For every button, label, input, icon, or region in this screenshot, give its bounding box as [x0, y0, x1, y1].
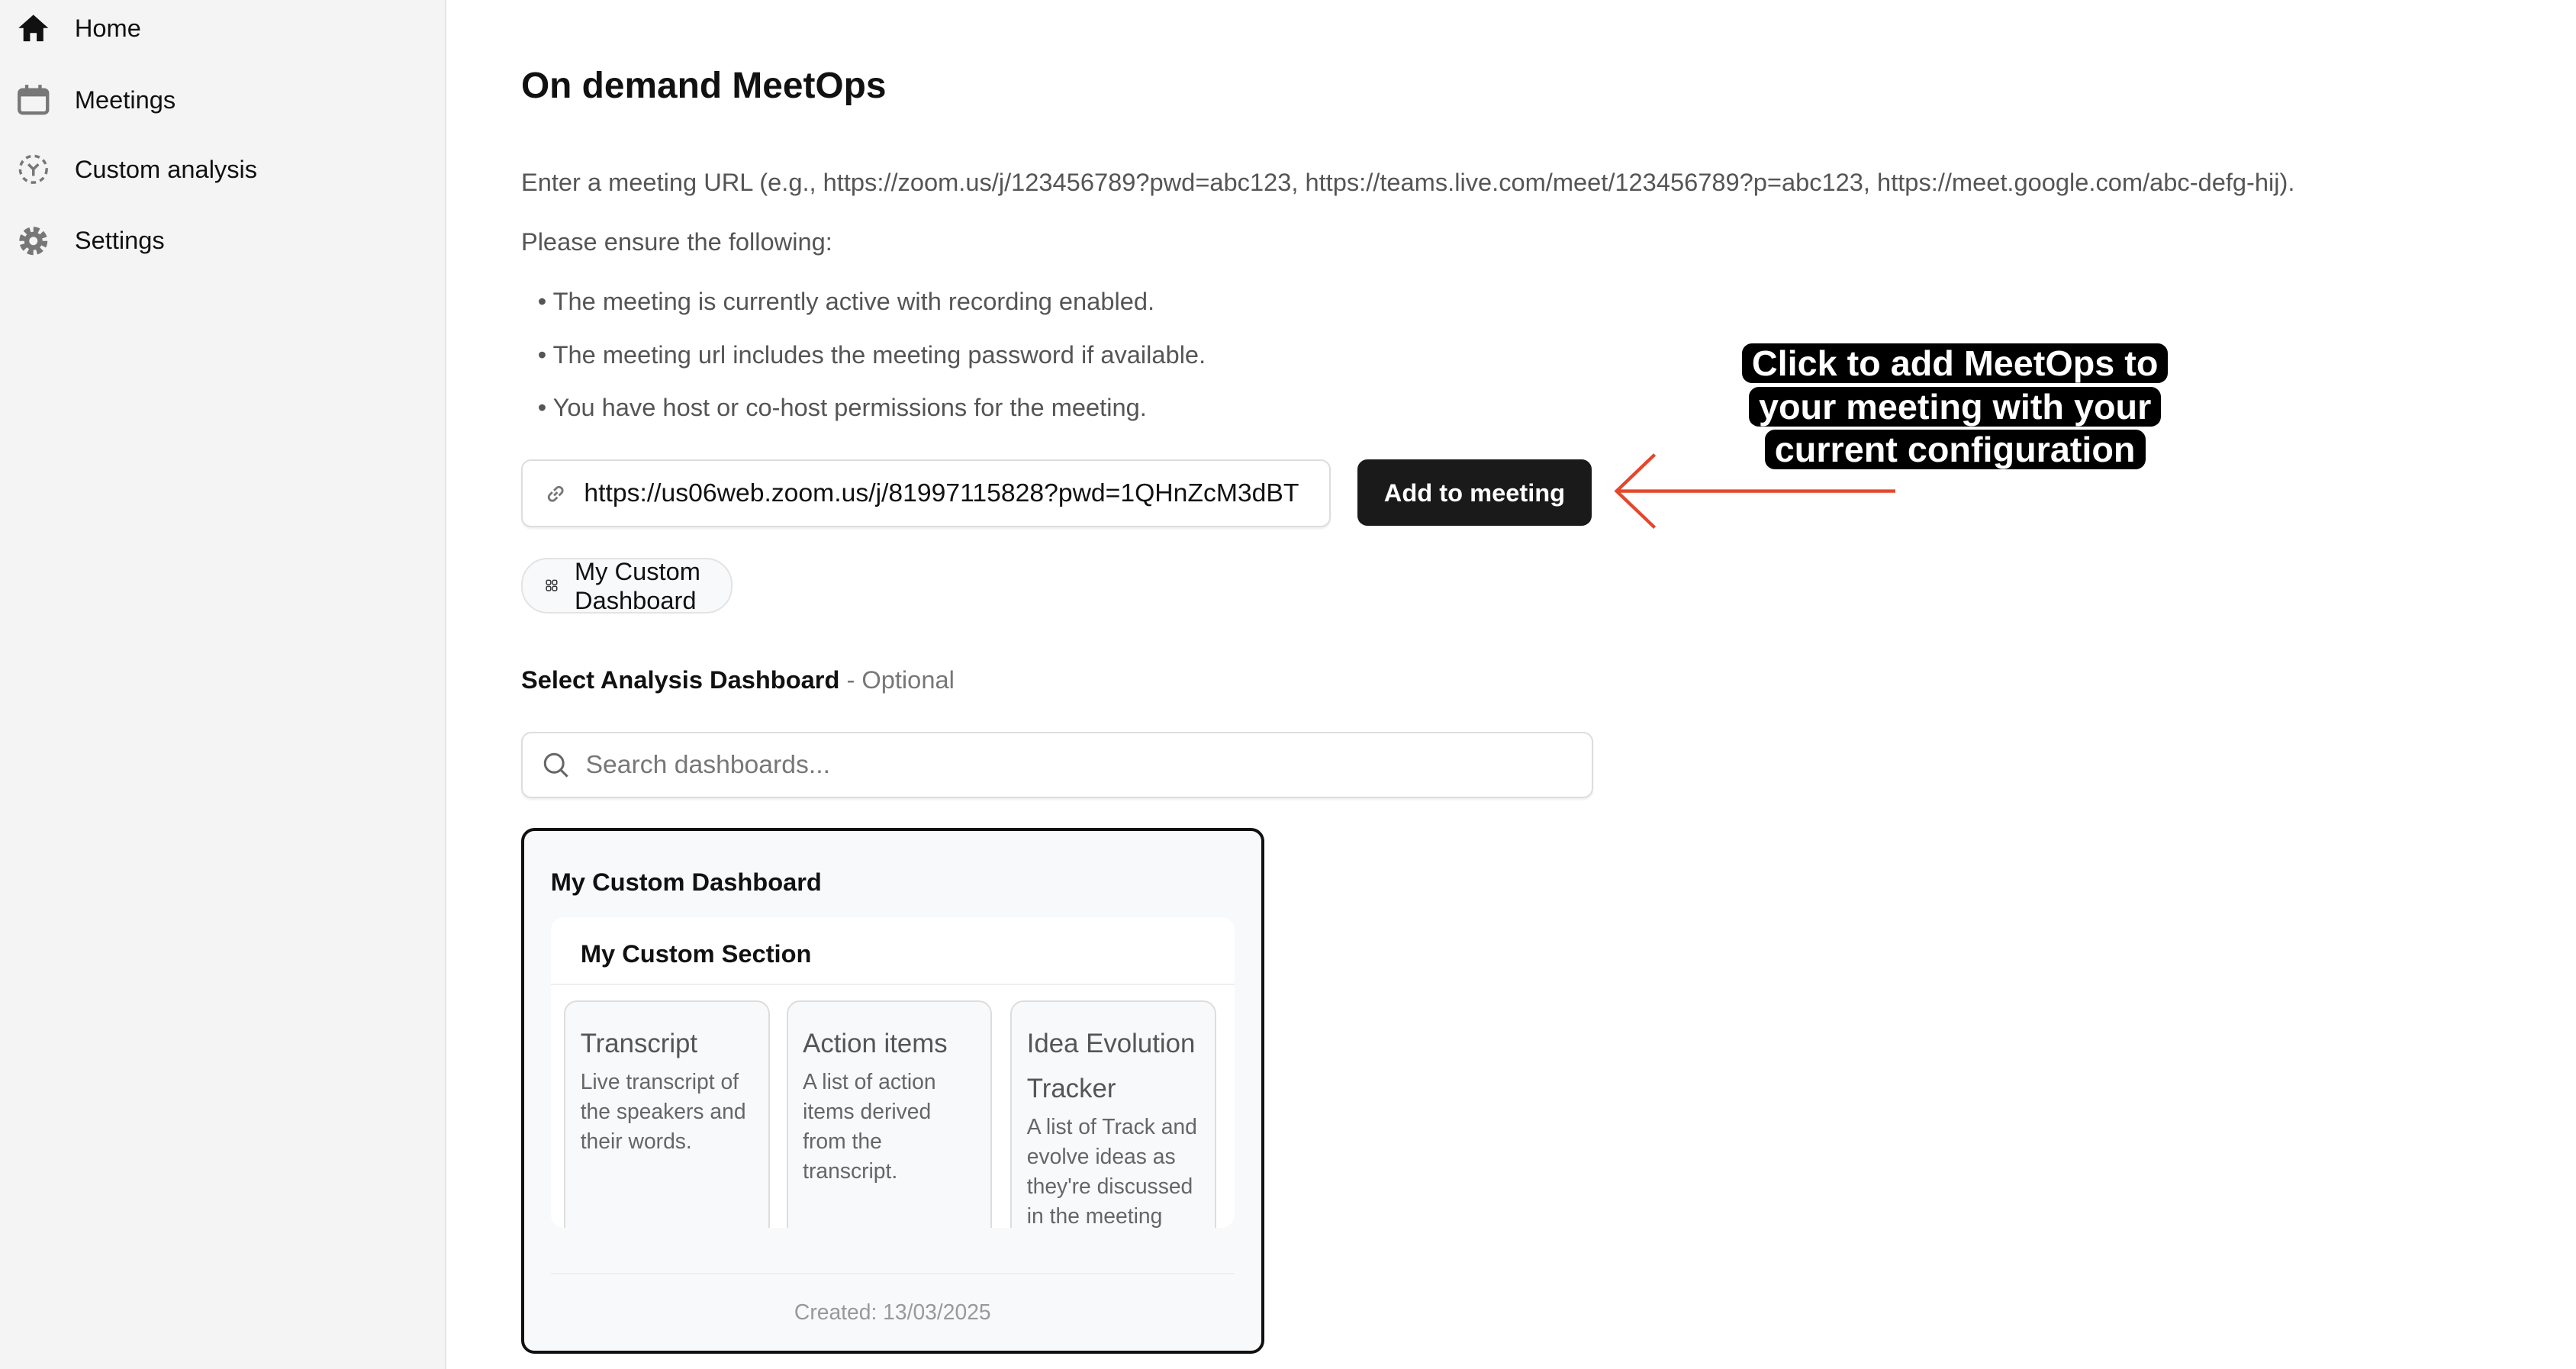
tile-title: Idea Evolution Tracker [1026, 1029, 1196, 1103]
page-title: On demand MeetOps [520, 65, 887, 106]
bullet-text: The meeting url includes the meeting pas… [552, 340, 1206, 369]
selected-dashboard-chip[interactable]: My Custom Dashboard [520, 556, 733, 614]
meeting-url-input[interactable]: https://us06web.zoom.us/j/81997115828?pw… [520, 459, 1331, 528]
bullet-item: • You have host or co-host permissions f… [537, 393, 1147, 422]
tile-title: Transcript [580, 1029, 698, 1059]
link-icon [548, 485, 564, 502]
bullet-item: • The meeting url includes the meeting p… [537, 340, 1206, 369]
chip-label: My Custom Dashboard [575, 556, 700, 614]
sidebar-item-home[interactable]: Home [17, 11, 141, 45]
dashboard-section: My Custom Section Transcript Live transcr… [550, 917, 1235, 1229]
optional-text: - Optional [846, 665, 955, 694]
bullet-item: • The meeting is currently active with r… [537, 287, 1155, 316]
search-placeholder: Search dashboards... [585, 749, 830, 779]
sidebar-item-custom-analysis[interactable]: Custom analysis [17, 153, 257, 186]
label-text: Select Analysis Dashboard [520, 665, 840, 694]
tile-desc: A list of Track and evolve ideas as they… [1026, 1113, 1197, 1229]
ensure-label: Please ensure the following: [520, 227, 832, 256]
created-date: Created: 13/03/2025 [794, 1299, 991, 1324]
bullet-text: You have host or co-host permissions for… [552, 393, 1147, 422]
sidebar: Home Meetings Custom analysis Settings [0, 0, 446, 1369]
dashboard-card-title: My Custom Dashboard [550, 868, 822, 897]
search-dashboards-input[interactable]: Search dashboards... [520, 732, 1593, 798]
tile-desc: A list of action items derived from the … [803, 1068, 936, 1184]
gear-icon [19, 226, 47, 255]
search-icon [543, 752, 568, 778]
annotation-arrow-icon [1614, 453, 1895, 530]
calendar-icon [17, 84, 50, 115]
dashboard-card[interactable]: My Custom Dashboard My Custom Section Tr… [520, 828, 1264, 1355]
meeting-url-value: https://us06web.zoom.us/j/81997115828?pw… [584, 478, 1299, 508]
sidebar-item-label: Settings [74, 226, 165, 255]
grid-icon [546, 580, 558, 592]
sidebar-item-settings[interactable]: Settings [17, 224, 165, 258]
sidebar-item-label: Custom analysis [74, 154, 258, 183]
custom-analysis-icon [18, 154, 48, 184]
description: Enter a meeting URL (e.g., https://zoom.… [520, 167, 2295, 196]
select-dashboard-label: Select Analysis Dashboard - Optional [521, 665, 955, 694]
bullet-text: The meeting is currently active with rec… [552, 287, 1155, 316]
section-title: My Custom Section [580, 939, 812, 968]
sidebar-item-label: Meetings [74, 85, 176, 114]
widget-tile-action-items: Action items A list of action items deriv… [786, 1000, 993, 1229]
tile-title: Action items [803, 1029, 948, 1059]
add-to-meeting-button[interactable]: Add to meeting [1357, 459, 1592, 527]
widget-tile-idea-evolution: Idea Evolution Tracker A list of Track an… [1010, 1000, 1216, 1229]
tile-desc: Live transcript of the speakers and thei… [580, 1068, 746, 1154]
sidebar-item-label: Home [74, 13, 141, 42]
sidebar-item-meetings[interactable]: Meetings [17, 83, 175, 117]
widget-tile-transcript: Transcript Live transcript of the speaker… [564, 1000, 770, 1229]
home-icon [18, 14, 49, 42]
